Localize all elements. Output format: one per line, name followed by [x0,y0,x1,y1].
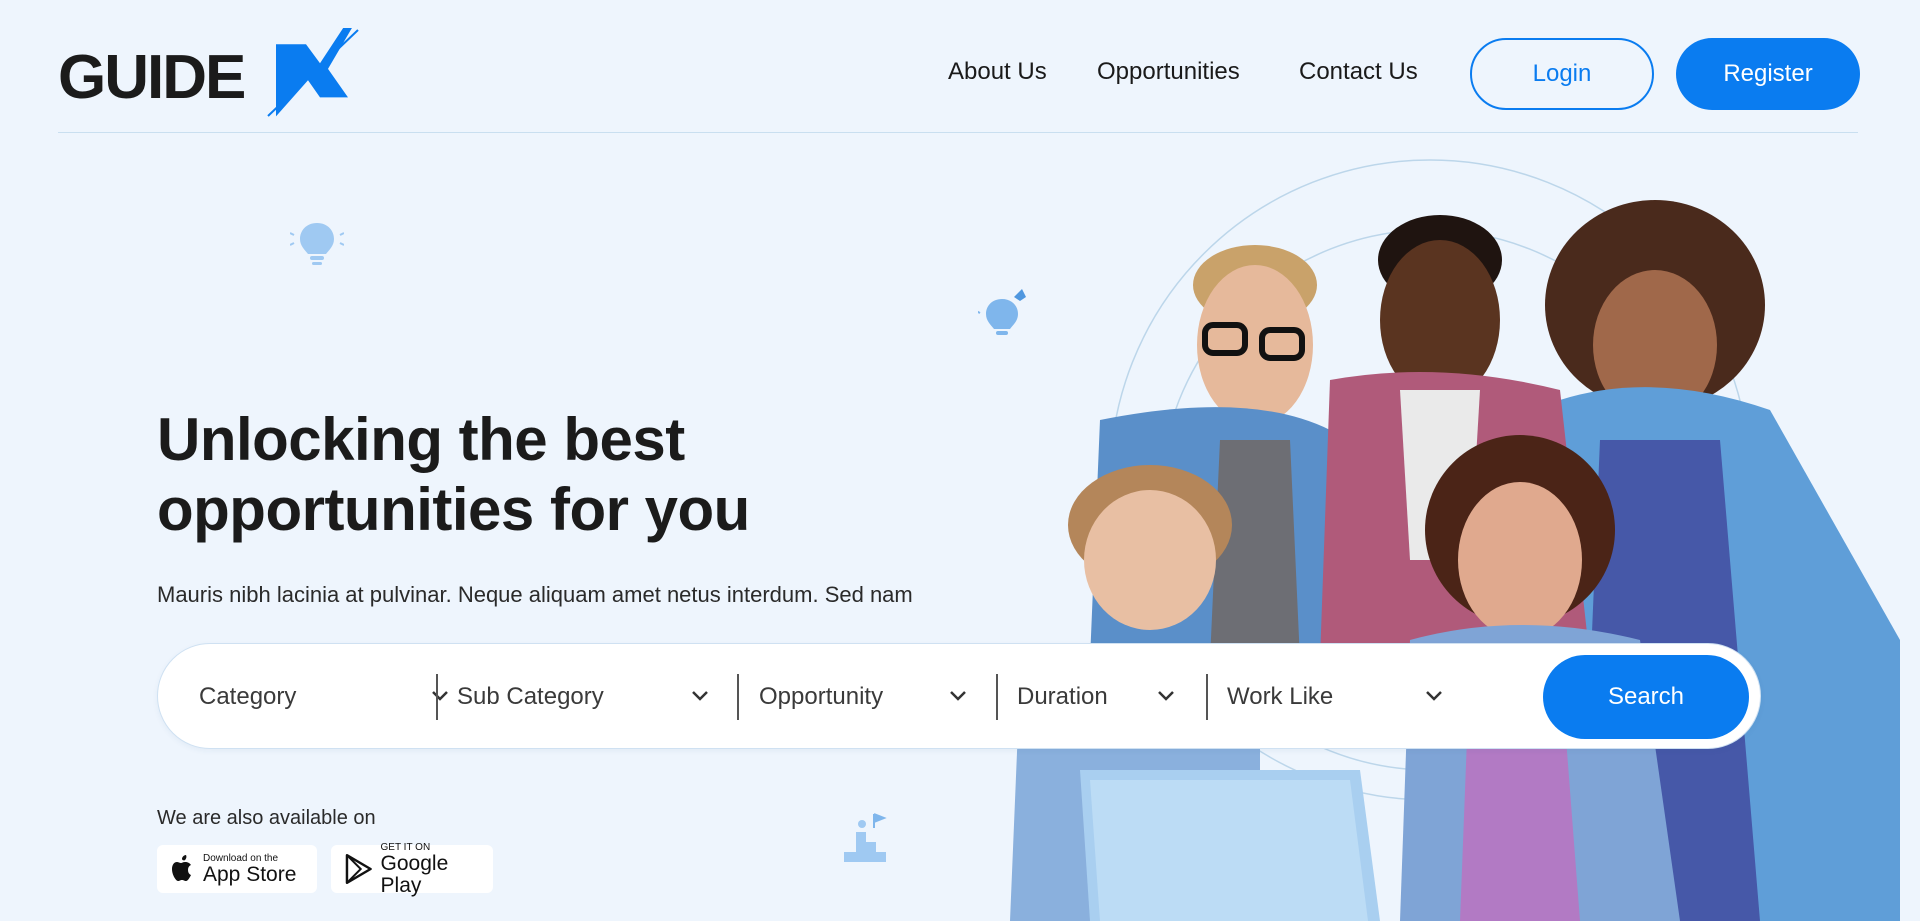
hero-people-image [1010,159,1900,921]
svg-text:GUIDE: GUIDE [58,43,244,112]
app-store-badge[interactable]: Download on the App Store [157,845,317,893]
divider [1206,674,1208,720]
category-select[interactable]: Category [199,644,448,750]
hero-subtitle: Mauris nibh lacinia at pulvinar. Neque a… [157,582,913,607]
sub-category-select[interactable]: Sub Category [457,644,717,750]
chevron-down-icon [432,691,448,701]
apple-icon [172,855,191,881]
duration-label: Duration [1017,683,1108,710]
play-icon [345,854,372,884]
google-play-badge[interactable]: GET IT ON Google Play [331,841,493,896]
duration-select[interactable]: Duration [1017,644,1187,750]
chevron-down-icon [1426,691,1442,701]
climbing-success-icon [844,813,887,862]
lightbulb-idea-icon [978,289,1026,335]
sub-category-label: Sub Category [457,683,604,710]
chevron-down-icon [950,691,966,701]
chevron-down-icon [692,691,708,701]
search-bar: Category Sub Category Opportunity Durati… [157,643,1761,749]
divider [737,674,739,720]
app-store-small: Download on the [203,852,279,864]
site-header: GUIDE About Us Opportunities Contact Us … [58,0,1860,133]
google-play-small: GET IT ON [380,841,431,853]
opportunity-select[interactable]: Opportunity [759,644,989,750]
category-label: Category [199,683,297,710]
nav-contact-us[interactable]: Contact Us [1299,58,1418,86]
chevron-down-icon [1158,691,1174,701]
work-like-label: Work Like [1227,683,1334,710]
availability-label: We are also available on [157,807,376,829]
nav-opportunities[interactable]: Opportunities [1097,58,1240,86]
work-like-select[interactable]: Work Like [1227,644,1467,750]
google-play-big: Google Play [380,851,449,897]
divider [436,674,438,720]
login-button[interactable]: Login [1470,38,1654,110]
nav-about-us[interactable]: About Us [948,58,1047,86]
app-store-big: App Store [203,862,297,886]
register-button[interactable]: Register [1676,38,1860,110]
hero-title: Unlocking the best opportunities for you [157,406,750,543]
opportunity-label: Opportunity [759,683,884,710]
guidex-logo[interactable]: GUIDE [58,28,368,120]
search-button[interactable]: Search [1543,655,1749,739]
divider [996,674,998,720]
lightbulb-brain-icon [290,223,344,265]
